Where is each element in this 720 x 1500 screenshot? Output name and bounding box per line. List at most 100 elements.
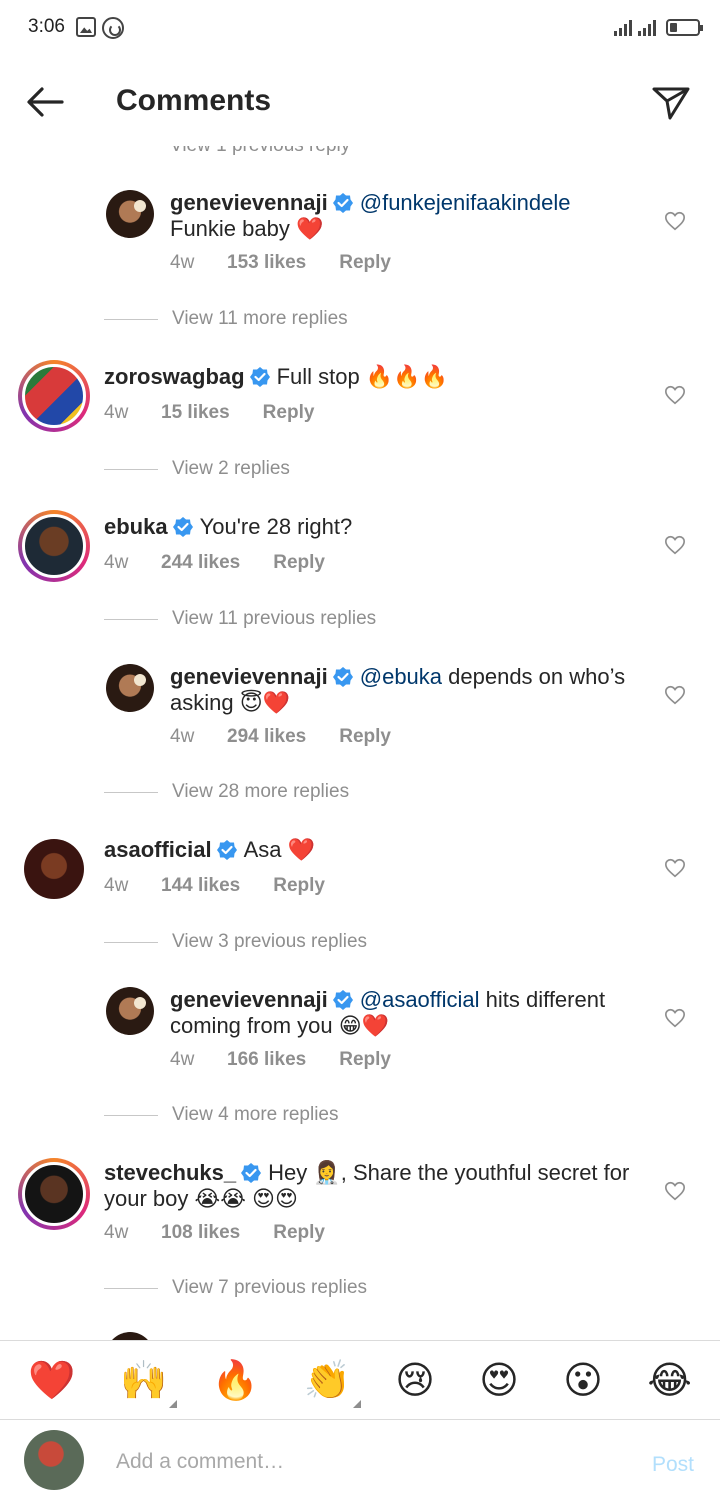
comment-meta: 4w 153 likes Reply [170,252,391,274]
comment-username[interactable]: genevievennaji [170,664,328,689]
comment-likes[interactable]: 166 likes [227,1049,306,1071]
reply-button[interactable]: Reply [339,1049,391,1071]
whatsapp-notification-icon [102,17,124,39]
comment: ebuka You're 28 right? 4w 244 likes Reply [0,510,720,610]
avatar-asaofficial[interactable] [24,839,84,899]
comment-likes[interactable]: 15 likes [161,402,230,424]
comment-mention[interactable]: @funkejenifaakindele [360,190,571,215]
comments-list[interactable]: View 1 previous reply genevievennaji@fun… [0,130,720,1340]
comment-input[interactable] [104,1440,624,1484]
status-bar: 3:06 [0,0,720,58]
comment-body: genevievennaji @asaofficial hits differen… [170,987,630,1039]
verified-badge-icon [332,193,353,213]
comment-mention[interactable]: @asaofficial [360,987,480,1012]
comment-text: Asa ❤️ [243,837,316,862]
avatar-genevievennaji[interactable] [106,664,154,712]
comment-likes[interactable]: 244 likes [161,552,240,574]
avatar-genevievennaji-partial[interactable] [106,1332,154,1340]
like-heart-icon[interactable] [664,1180,686,1202]
avatar-stevechuks[interactable] [18,1158,90,1230]
comment-composer: Post [0,1420,720,1500]
reply-button[interactable]: Reply [273,1222,325,1244]
reply-button[interactable]: Reply [339,726,391,748]
comment-username[interactable]: genevievennaji [170,987,328,1012]
comment-meta: 4w 108 likes Reply [104,1222,325,1244]
avatar-zoroswagbag[interactable] [18,360,90,432]
like-heart-icon[interactable] [664,534,686,556]
back-button[interactable] [22,80,68,124]
comment-meta: 4w 144 likes Reply [104,875,325,897]
comment-meta: 4w 244 likes Reply [104,552,325,574]
direct-share-icon [652,87,690,120]
like-heart-icon[interactable] [664,210,686,232]
share-button[interactable] [650,82,692,124]
emoji-raising-hands[interactable]: 🙌 [120,1360,178,1408]
comment-username[interactable]: ebuka [104,514,168,539]
like-heart-icon[interactable] [664,1007,686,1029]
comment-reply: genevievennaji @ebuka depends on who’s as… [0,662,720,762]
comment-text: Funkie baby ❤️ [170,216,324,241]
signal-icon [614,18,632,36]
verified-badge-icon [332,990,353,1010]
comment-age: 4w [104,875,129,896]
avatar-ebuka[interactable] [18,510,90,582]
comment-username[interactable]: genevievennaji [170,190,328,215]
view-previous-replies[interactable]: View 11 previous replies [104,608,376,630]
skin-tone-indicator-icon [169,1400,178,1408]
comment-reply: genevievennaji @funkejenifaakindele Funki… [0,188,720,288]
comment-username[interactable]: zoroswagbag [104,364,245,389]
comment-body: asaofficial Asa ❤️ [104,837,630,863]
emoji-clapping[interactable]: 👏 [303,1360,361,1408]
comment-likes[interactable]: 294 likes [227,726,306,748]
comment-age: 4w [170,252,195,273]
verified-badge-icon [172,517,193,537]
comment-meta: 4w 15 likes Reply [104,402,314,424]
skin-tone-indicator-icon [352,1400,361,1408]
emoji-crying[interactable]: 😢 [395,1360,435,1400]
avatar-genevievennaji[interactable] [106,190,154,238]
reply-button[interactable]: Reply [273,552,325,574]
emoji-fire[interactable]: 🔥 [212,1360,259,1400]
avatar-genevievennaji[interactable] [106,987,154,1035]
emoji-heart-eyes[interactable]: 😍 [479,1360,519,1400]
battery-icon [666,19,703,36]
comment-text: Full stop 🔥🔥🔥 [276,364,449,389]
comments-header: Comments [0,58,720,146]
comment-username[interactable]: stevechuks_ [104,1160,236,1185]
comment-mention[interactable]: @ebuka [360,664,442,689]
like-heart-icon[interactable] [664,857,686,879]
view-more-replies[interactable]: View 28 more replies [104,781,349,803]
view-more-replies[interactable]: View 11 more replies [104,308,348,330]
comment-text: You're 28 right? [199,514,353,539]
post-button[interactable]: Post [652,1453,694,1477]
emoji-surprised[interactable]: 😮 [563,1360,603,1400]
comment-likes[interactable]: 153 likes [227,252,306,274]
comment-likes[interactable]: 144 likes [161,875,240,897]
comment-likes[interactable]: 108 likes [161,1222,240,1244]
emoji-heart[interactable]: ❤️ [28,1360,75,1400]
reply-button[interactable]: Reply [273,875,325,897]
view-previous-replies[interactable]: View 7 previous replies [104,1277,367,1299]
comment-age: 4w [104,1222,129,1243]
comment-age: 4w [104,552,129,573]
emoji-laughing[interactable]: 😂 [647,1360,691,1400]
status-time: 3:06 [28,16,65,37]
reply-button[interactable]: Reply [263,402,315,424]
view-previous-replies[interactable]: View 3 previous replies [104,931,367,953]
signal-icon-2 [638,18,656,36]
my-avatar [24,1430,84,1490]
view-more-replies[interactable]: View 4 more replies [104,1104,339,1126]
comment-username[interactable]: asaofficial [104,837,212,862]
page-title: Comments [116,84,272,117]
comment-age: 4w [170,1049,195,1070]
like-heart-icon[interactable] [664,684,686,706]
comment-age: 4w [104,402,129,423]
comment-body: genevievennaji @funkejenifaakindele Funki… [170,190,630,242]
comment-meta: 4w 294 likes Reply [170,726,391,748]
like-heart-icon[interactable] [664,384,686,406]
comment: asaofficial Asa ❤️ 4w 144 likes Reply [0,835,720,935]
reply-button[interactable]: Reply [339,252,391,274]
comment-body: zoroswagbag Full stop 🔥🔥🔥 [104,364,630,390]
view-replies[interactable]: View 2 replies [104,458,290,480]
verified-badge-icon [249,367,270,387]
